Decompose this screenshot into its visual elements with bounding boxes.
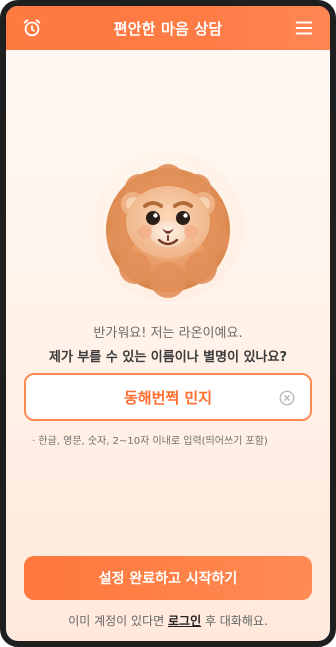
login-prompt-suffix: 후 대화해요. [204,614,268,628]
name-question-text: 제가 부를 수 있는 이름이나 별명이 있나요? [48,350,288,365]
greeting-text: 반가워요! 저는 라온이예요. [93,326,243,341]
page-title: 편안한 마음 상담 [113,19,223,38]
clear-circle-x-icon[interactable] [278,389,296,407]
login-link[interactable]: 로그인 [168,614,201,628]
hamburger-menu-icon[interactable] [292,16,316,40]
nickname-input-value[interactable]: 동해번쩍 민지 [124,387,212,408]
app-screen: 편안한 마음 상담 반가워요! 저는 라온이예요. 제가 부를 수 있는 이름이… [0,0,336,647]
nickname-hint-text: · 한글, 영문, 숫자, 2~10자 이내로 입력(띄어쓰기 포함) [32,436,268,447]
header: 편안한 마음 상담 [6,6,330,50]
complete-setup-button[interactable]: 설정 완료하고 시작하기 [24,556,312,600]
lion-mascot-icon [106,164,230,298]
alarm-clock-icon[interactable] [20,16,44,40]
login-prompt: 이미 계정이 있다면 로그인 후 대화해요. [6,612,330,629]
login-prompt-prefix: 이미 계정이 있다면 [68,614,165,628]
nickname-input[interactable]: 동해번쩍 민지 [24,373,312,421]
lion-mascot-avatar [93,152,243,302]
